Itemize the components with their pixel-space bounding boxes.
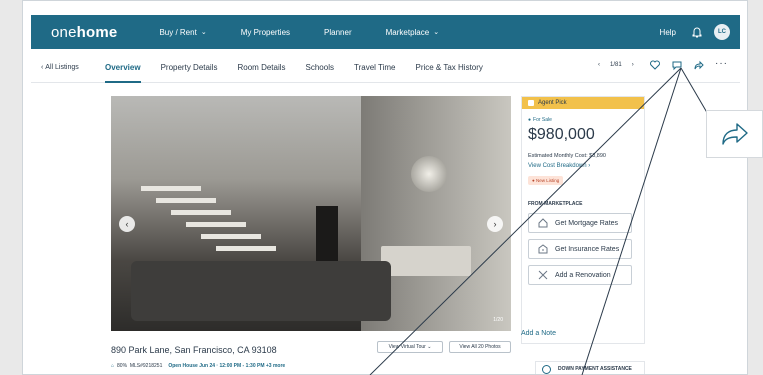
listing-meta: ⌂ 80% MLS#9218251 Open House Jun 24 · 12… [111, 363, 285, 369]
mortgage-icon [538, 218, 548, 228]
tab-price-tax-history[interactable]: Price & Tax History [415, 53, 482, 82]
marketplace-heading: FROM MARKETPLACE [528, 201, 583, 207]
nav-buy-rent[interactable]: Buy / Rent ⌄ [159, 28, 206, 37]
photo-counter: 1/20 [493, 317, 503, 323]
mls-number: MLS#9218251 [129, 363, 163, 369]
logo[interactable]: onehome [51, 24, 117, 41]
price-panel: Agent Pick For Sale $980,000 Estimated M… [521, 96, 645, 344]
listing-pager: ‹ 1/81 › [593, 62, 639, 68]
photo-prev-button[interactable]: ‹ [119, 216, 135, 232]
down-payment-assistance[interactable]: DOWN PAYMENT ASSISTANCE [535, 361, 645, 374]
listing-price: $980,000 [528, 126, 595, 143]
insurance-rates-button[interactable]: Get Insurance Rates [528, 239, 632, 259]
chevron-down-icon: ⌄ [200, 29, 207, 36]
top-nav: onehome Buy / Rent ⌄ My Properties Planne… [31, 15, 740, 49]
tab-property-details[interactable]: Property Details [161, 53, 218, 82]
add-renovation-button[interactable]: Add a Renovation [528, 265, 632, 285]
pager-count: 1/81 [610, 62, 622, 68]
insurance-icon [538, 244, 548, 254]
mortgage-rates-button[interactable]: Get Mortgage Rates [528, 213, 632, 233]
tools-icon [538, 270, 548, 280]
open-house-link[interactable]: Open House Jun 24 · 12:00 PM - 1:30 PM +… [168, 363, 285, 369]
comment-icon[interactable] [671, 59, 683, 71]
dollar-icon [542, 365, 551, 374]
agent-pick-badge: Agent Pick [522, 97, 644, 109]
virtual-tour-button[interactable]: View Virtual Tour ⌄ [377, 341, 443, 353]
next-listing-icon[interactable]: › [632, 62, 634, 68]
listing-address: 890 Park Lane, San Francisco, CA 93108 [111, 345, 277, 355]
avatar[interactable]: LC [714, 24, 730, 40]
home-icon: ⌂ [111, 363, 115, 369]
back-all-listings[interactable]: ‹ All Listings [41, 64, 105, 71]
listing-photo[interactable]: ‹ › 1/20 [111, 96, 511, 331]
heart-icon[interactable] [649, 59, 661, 71]
listing-subnav: ‹ All Listings Overview Property Details… [31, 53, 740, 83]
photo-next-button[interactable]: › [487, 216, 503, 232]
new-listing-badge: ● New Listing [528, 176, 564, 185]
more-icon[interactable]: ··· [715, 58, 728, 69]
bell-icon[interactable] [690, 25, 704, 39]
share-icon[interactable] [693, 59, 705, 71]
view-all-photos-button[interactable]: View All 20 Photos [449, 341, 511, 353]
nav-my-properties[interactable]: My Properties [241, 28, 290, 37]
help-link[interactable]: Help [660, 28, 676, 37]
tab-room-details[interactable]: Room Details [238, 53, 286, 82]
match-score: 80% [117, 363, 128, 369]
tab-overview[interactable]: Overview [105, 53, 141, 83]
nav-marketplace[interactable]: Marketplace ⌄ [386, 28, 439, 37]
share-icon-callout [706, 110, 763, 158]
cost-breakdown-link[interactable]: View Cost Breakdown › [528, 163, 644, 169]
nav-planner[interactable]: Planner [324, 28, 352, 37]
tab-travel-time[interactable]: Travel Time [354, 53, 396, 82]
star-icon [528, 100, 534, 106]
share-icon [721, 123, 748, 145]
monthly-cost: Estimated Monthly Cost: $3,890 [528, 153, 606, 159]
prev-listing-icon[interactable]: ‹ [598, 62, 600, 68]
app-window: onehome Buy / Rent ⌄ My Properties Planne… [22, 0, 748, 375]
status-badge: For Sale [528, 117, 644, 123]
chevron-down-icon: ⌄ [433, 29, 440, 36]
tab-schools[interactable]: Schools [306, 53, 334, 82]
add-note-link[interactable]: Add a Note [521, 330, 556, 337]
